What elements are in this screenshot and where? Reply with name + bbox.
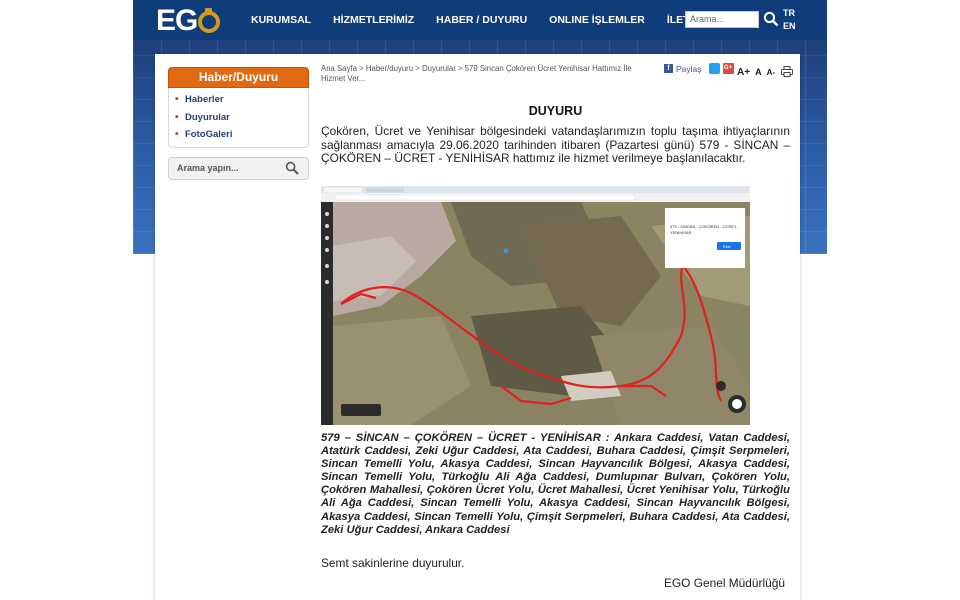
top-navigation-bar: EG KURUMSAL HİZMETLERİMİZ HABER / DUYURU… [133, 0, 827, 40]
map-popup-line-1: 579 - SİNCAN - ÇOKÖREN - ÜCRET - [670, 224, 739, 229]
sidebar: Haber/Duyuru Haberler Duyurular FotoGale… [168, 67, 309, 180]
article-note: Semt sakinlerine duyurulur. [321, 556, 465, 570]
language-switch: TR EN [783, 7, 796, 33]
article-signature: EGO Genel Müdürlüğü [664, 576, 785, 590]
main-nav: KURUMSAL HİZMETLERİMİZ HABER / DUYURU ON… [240, 0, 722, 40]
font-normal-button[interactable]: A [755, 67, 762, 77]
lang-en-link[interactable]: EN [783, 20, 796, 33]
search-icon[interactable] [285, 161, 299, 175]
sidebar-item-fotogaleri[interactable]: FotoGaleri [169, 126, 308, 144]
map-popup-button[interactable]: Ekle [723, 244, 732, 249]
sidebar-title: Haber/Duyuru [168, 67, 309, 88]
breadcrumb[interactable]: Ana Sayfa > Haber/duyuru > Duyurular > 5… [321, 64, 651, 83]
lang-tr-link[interactable]: TR [783, 7, 796, 20]
nav-online-islemler[interactable]: ONLINE İŞLEMLER [538, 14, 656, 26]
sidebar-menu: Haberler Duyurular FotoGaleri [168, 88, 309, 148]
sidebar-item-haberler[interactable]: Haberler [169, 91, 308, 109]
font-size-controls: A+ A A- [737, 67, 775, 78]
sidebar-search-box[interactable]: Arama yapın... [168, 156, 309, 180]
facebook-icon[interactable]: f [664, 64, 673, 73]
satellite-map: 579 - SİNCAN - ÇOKÖREN - ÜCRET - YENİHİS… [321, 186, 750, 425]
nav-kurumsal[interactable]: KURUMSAL [240, 14, 322, 26]
header-search-input[interactable]: Arama... [685, 11, 759, 28]
search-icon[interactable] [763, 11, 779, 27]
article-title: DUYURU [528, 104, 583, 118]
font-decrease-button[interactable]: A- [767, 68, 775, 77]
logo-o-mark [198, 8, 221, 33]
route-description: 579 – SİNCAN – ÇOKÖREN – ÜCRET - YENİHİS… [321, 432, 790, 536]
google-plus-icon[interactable]: G+ [722, 63, 734, 74]
twitter-icon[interactable] [708, 63, 720, 74]
sidebar-search-placeholder: Arama yapın... [177, 162, 239, 173]
map-popup-line-2: YENİHİSAR [670, 230, 692, 235]
nav-hizmetlerimiz[interactable]: HİZMETLERİMİZ [322, 14, 425, 26]
logo-text: EG [156, 4, 198, 37]
ego-logo[interactable]: EG [156, 4, 221, 37]
font-increase-button[interactable]: A+ [737, 67, 750, 78]
share-bar: f Paylaş G+ [664, 63, 734, 74]
sidebar-item-duyurular[interactable]: Duyurular [169, 109, 308, 127]
share-label[interactable]: Paylaş [676, 64, 702, 74]
article-intro: Çokören, Ücret ve Yenihisar bölgesindeki… [321, 124, 790, 166]
print-icon[interactable] [781, 66, 793, 77]
nav-haber-duyuru[interactable]: HABER / DUYURU [425, 14, 538, 26]
route-map-image: 579 - SİNCAN - ÇOKÖREN - ÜCRET - YENİHİS… [321, 186, 750, 425]
